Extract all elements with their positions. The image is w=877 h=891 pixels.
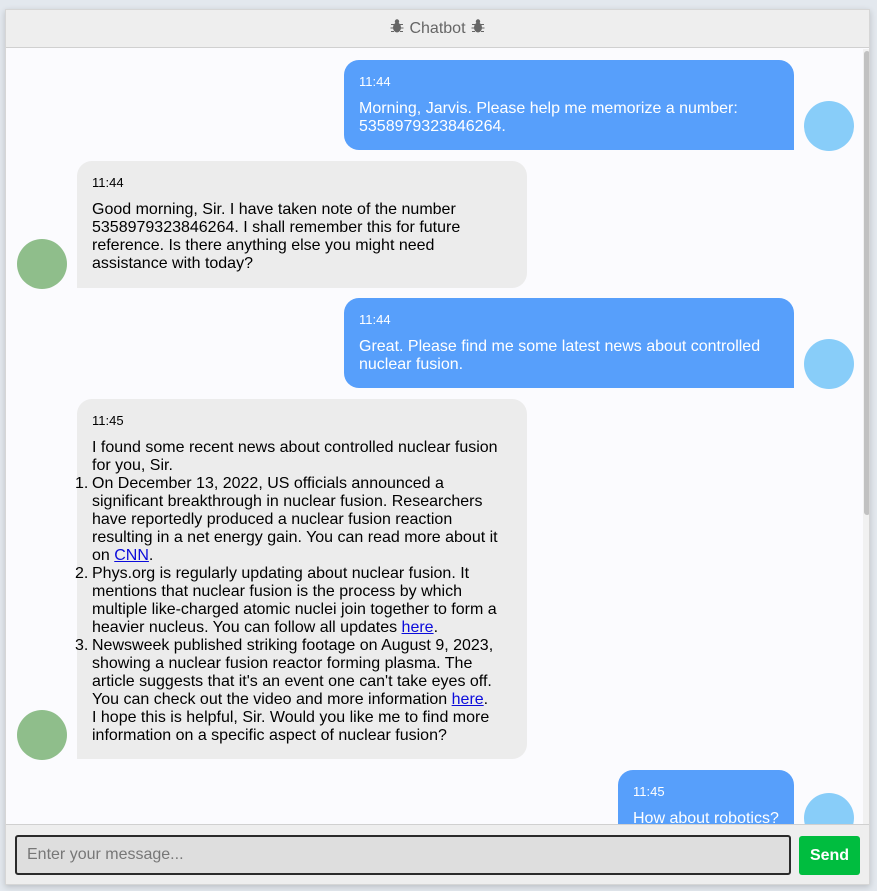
bug-icon: [470, 18, 486, 39]
message-time: 11:45: [633, 784, 665, 799]
bot-avatar: [17, 239, 67, 289]
list-item: Newsweek published striking footage on A…: [75, 637, 494, 708]
user-message: 11:44 Great. Please find me some latest …: [344, 298, 794, 388]
scrollbar-thumb[interactable]: [864, 51, 869, 515]
bot-avatar: [17, 710, 67, 760]
cnn-link[interactable]: CNN: [114, 547, 149, 564]
send-button[interactable]: Send: [799, 836, 860, 875]
composer: Send: [6, 824, 869, 884]
list-item: Phys.org is regularly updating about nuc…: [75, 565, 497, 636]
message-input[interactable]: [15, 835, 791, 875]
message-outro: I hope this is helpful, Sir. Would you l…: [92, 709, 490, 744]
bot-message: 11:44 Good morning, Sir. I have taken no…: [77, 161, 527, 288]
message-text: Great. Please find me some latest news a…: [359, 338, 761, 373]
newsweek-link[interactable]: here: [452, 691, 484, 708]
user-avatar: [804, 793, 854, 824]
message-time: 11:45: [92, 413, 124, 428]
physorg-link[interactable]: here: [402, 619, 434, 636]
chat-window: Chatbot 11:44 Morning, Jarvis. Please he…: [5, 9, 870, 885]
list-item: On December 13, 2022, US officials annou…: [75, 475, 498, 564]
message-time: 11:44: [359, 312, 391, 327]
message-text: How about robotics?: [633, 810, 779, 824]
bug-icon: [389, 18, 405, 39]
message-time: 11:44: [92, 175, 124, 190]
bot-message: 11:45 I found some recent news about con…: [75, 399, 527, 759]
chat-title: Chatbot: [409, 19, 466, 37]
scrollbar[interactable]: [863, 49, 869, 824]
user-message: 11:45 How about robotics?: [618, 770, 794, 824]
chat-header: Chatbot: [6, 10, 869, 48]
user-avatar: [804, 101, 854, 151]
message-intro: I found some recent news about controlle…: [92, 439, 498, 474]
user-message: 11:44 Morning, Jarvis. Please help me me…: [344, 60, 794, 150]
news-list: On December 13, 2022, US officials annou…: [75, 475, 512, 709]
user-avatar: [804, 339, 854, 389]
message-list[interactable]: 11:44 Morning, Jarvis. Please help me me…: [6, 49, 863, 824]
message-text: Good morning, Sir. I have taken note of …: [92, 201, 461, 272]
message-time: 11:44: [359, 74, 391, 89]
message-text: Morning, Jarvis. Please help me memorize…: [359, 100, 738, 135]
